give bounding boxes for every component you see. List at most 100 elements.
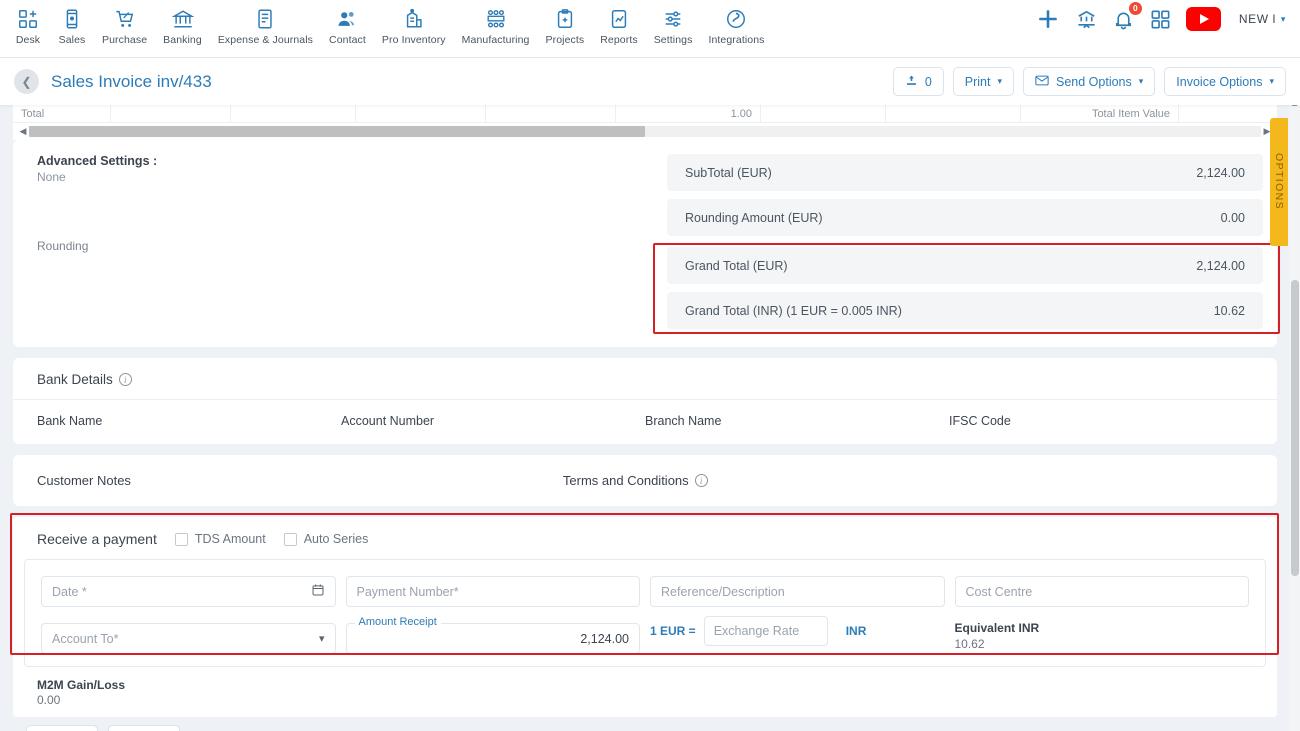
calendar-icon[interactable] (311, 583, 325, 600)
nav-label-purchase: Purchase (102, 34, 148, 46)
contact-people-icon (336, 7, 358, 31)
account-to-placeholder: Account To* (52, 631, 119, 646)
nav-item-pro-inventory[interactable]: Pro Inventory (374, 7, 454, 46)
chevron-down-icon: ▾ (318, 633, 325, 645)
print-button[interactable]: Print ▾ (952, 67, 1015, 96)
bank-details-header: Bank Details i (13, 358, 1277, 400)
account-to-select[interactable]: Account To* ▾ (41, 623, 336, 654)
chevron-left-icon: ❮ (21, 74, 32, 89)
exchange-rate-prefix: 1 EUR = (650, 624, 696, 638)
page-content: Total 1.00 Total Item Value ◀ ▶ Advanced… (0, 105, 1290, 731)
options-side-tab[interactable]: OPTIONS (1270, 118, 1288, 246)
payment-number-input[interactable]: Payment Number* (345, 576, 640, 607)
account-to-cell: Account To* ▾ (41, 623, 336, 654)
nav-item-desk[interactable]: Desk (6, 7, 50, 46)
info-icon[interactable]: i (118, 373, 132, 386)
cost-centre-cell: Cost Centre Equivalent INR 10.62 (954, 576, 1250, 654)
payment-number-placeholder: Payment Number* (356, 584, 459, 599)
attachment-count: 0 (924, 74, 932, 89)
empty-cell-3 (356, 105, 486, 122)
cost-centre-input[interactable]: Cost Centre (954, 576, 1249, 607)
plus-icon[interactable] (1035, 6, 1061, 32)
qty-total-cell: 1.00 (616, 105, 761, 122)
attachment-upload-icon (905, 74, 918, 90)
empty-cell-5 (761, 105, 886, 122)
subtotal-label: SubTotal (EUR) (685, 165, 772, 180)
nav-item-purchase[interactable]: Purchase (94, 7, 155, 46)
total-label-cell: Total (13, 105, 111, 122)
equivalent-inr-block: Equivalent INR 10.62 (955, 621, 1250, 651)
empty-cell-6 (886, 105, 1021, 122)
exchange-rate-row: 1 EUR = Exchange Rate INR (650, 616, 945, 646)
exchange-rate-input[interactable]: Exchange Rate (703, 616, 828, 646)
attachments-button[interactable]: 0 (892, 67, 944, 96)
nav-item-integrations[interactable]: Integrations (700, 7, 772, 46)
manufacturing-icon (485, 7, 507, 31)
nav-item-sales[interactable]: Sales (50, 7, 94, 46)
scroll-left-arrow[interactable]: ◀ (17, 126, 29, 137)
purchase-cart-icon (114, 7, 136, 31)
settings-sliders-icon (662, 7, 684, 31)
receive-payment-title: Receive a payment (37, 531, 157, 547)
apps-grid-icon[interactable] (1149, 8, 1172, 31)
receive-payment-header: Receive a payment TDS Amount Auto Series (24, 531, 1266, 547)
bank-column-ifsc-code: IFSC Code (949, 414, 1011, 428)
bell-icon[interactable]: 0 (1112, 1, 1142, 31)
checkbox-box (174, 532, 188, 546)
page-scrollbar-thumb[interactable] (1291, 280, 1299, 576)
amount-receipt-label: Amount Receipt (354, 616, 441, 628)
empty-cell-2 (231, 105, 356, 122)
grand-total-eur-label: Grand Total (EUR) (685, 258, 788, 273)
nav-item-settings[interactable]: Settings (646, 7, 701, 46)
notes-section: Customer Notes Terms and Conditions i (13, 455, 1277, 506)
youtube-icon[interactable] (1185, 7, 1221, 31)
bank-details-columns: Bank Name Account Number Branch Name IFS… (13, 400, 1277, 444)
notification-count-badge: 0 (1128, 1, 1142, 15)
back-button[interactable]: ❮ (14, 69, 39, 94)
nav-item-contact[interactable]: Contact (321, 7, 374, 46)
nav-item-reports[interactable]: Reports (592, 7, 645, 46)
bottom-button-1[interactable] (26, 725, 98, 731)
bank-column-branch-name: Branch Name (645, 414, 722, 428)
hscroll-thumb[interactable] (29, 126, 645, 137)
m2m-gain-loss-block: M2M Gain/Loss 0.00 (24, 678, 1266, 707)
nav-item-banking[interactable]: Banking (155, 7, 210, 46)
receive-payment-section: Receive a payment TDS Amount Auto Series… (13, 517, 1277, 717)
date-placeholder: Date * (52, 584, 87, 599)
chevron-down-icon: ▾ (1269, 76, 1274, 86)
organization-icon[interactable] (1075, 8, 1098, 31)
bank-details-title-text: Bank Details (37, 372, 113, 387)
bank-details-title: Bank Details i (37, 372, 1253, 387)
send-options-button[interactable]: Send Options ▾ (1023, 67, 1156, 96)
nav-item-expense-journals[interactable]: Expense & Journals (210, 7, 321, 46)
user-menu[interactable]: NEW l ▾ (1239, 12, 1286, 26)
payment-form-row-1: Date * Account To* ▾ Payment Number* Amo… (41, 576, 1249, 654)
send-options-label: Send Options (1056, 74, 1132, 89)
total-row-grand-total-eur: Grand Total (EUR) 2,124.00 (667, 247, 1263, 284)
advanced-settings-title: Advanced Settings : (37, 154, 158, 168)
chevron-down-icon: ▾ (1280, 13, 1286, 24)
nav-item-projects[interactable]: Projects (538, 7, 593, 46)
reference-description-input[interactable]: Reference/Description (650, 576, 945, 607)
rounding-label: Rounding (37, 239, 89, 253)
nav-label-reports: Reports (600, 34, 638, 46)
nav-label-expense-journals: Expense & Journals (217, 34, 314, 46)
advanced-settings-block: Advanced Settings : None Rounding (27, 154, 667, 329)
nav-item-manufacturing[interactable]: Manufacturing (454, 7, 538, 46)
page-scrollbar[interactable]: ▲ (1289, 98, 1300, 731)
tds-amount-label: TDS Amount (194, 532, 266, 546)
table-horizontal-scrollbar[interactable]: ◀ ▶ (13, 123, 1277, 140)
projects-clipboard-icon (554, 7, 576, 31)
expense-book-icon (254, 7, 276, 31)
grand-total-inr-label: Grand Total (INR) (1 EUR = 0.005 INR) (685, 303, 902, 318)
hscroll-track[interactable] (29, 126, 1261, 137)
tds-amount-checkbox[interactable]: TDS Amount (174, 532, 266, 546)
bottom-button-2[interactable] (108, 725, 180, 731)
checkbox-box (283, 532, 297, 546)
options-tab-label: OPTIONS (1273, 153, 1285, 211)
total-row-grand-total-inr: Grand Total (INR) (1 EUR = 0.005 INR) 10… (667, 292, 1263, 329)
invoice-options-button[interactable]: Invoice Options ▾ (1164, 67, 1286, 96)
info-icon[interactable]: i (694, 474, 708, 487)
auto-series-checkbox[interactable]: Auto Series (283, 532, 368, 546)
date-input[interactable]: Date * (41, 576, 336, 607)
